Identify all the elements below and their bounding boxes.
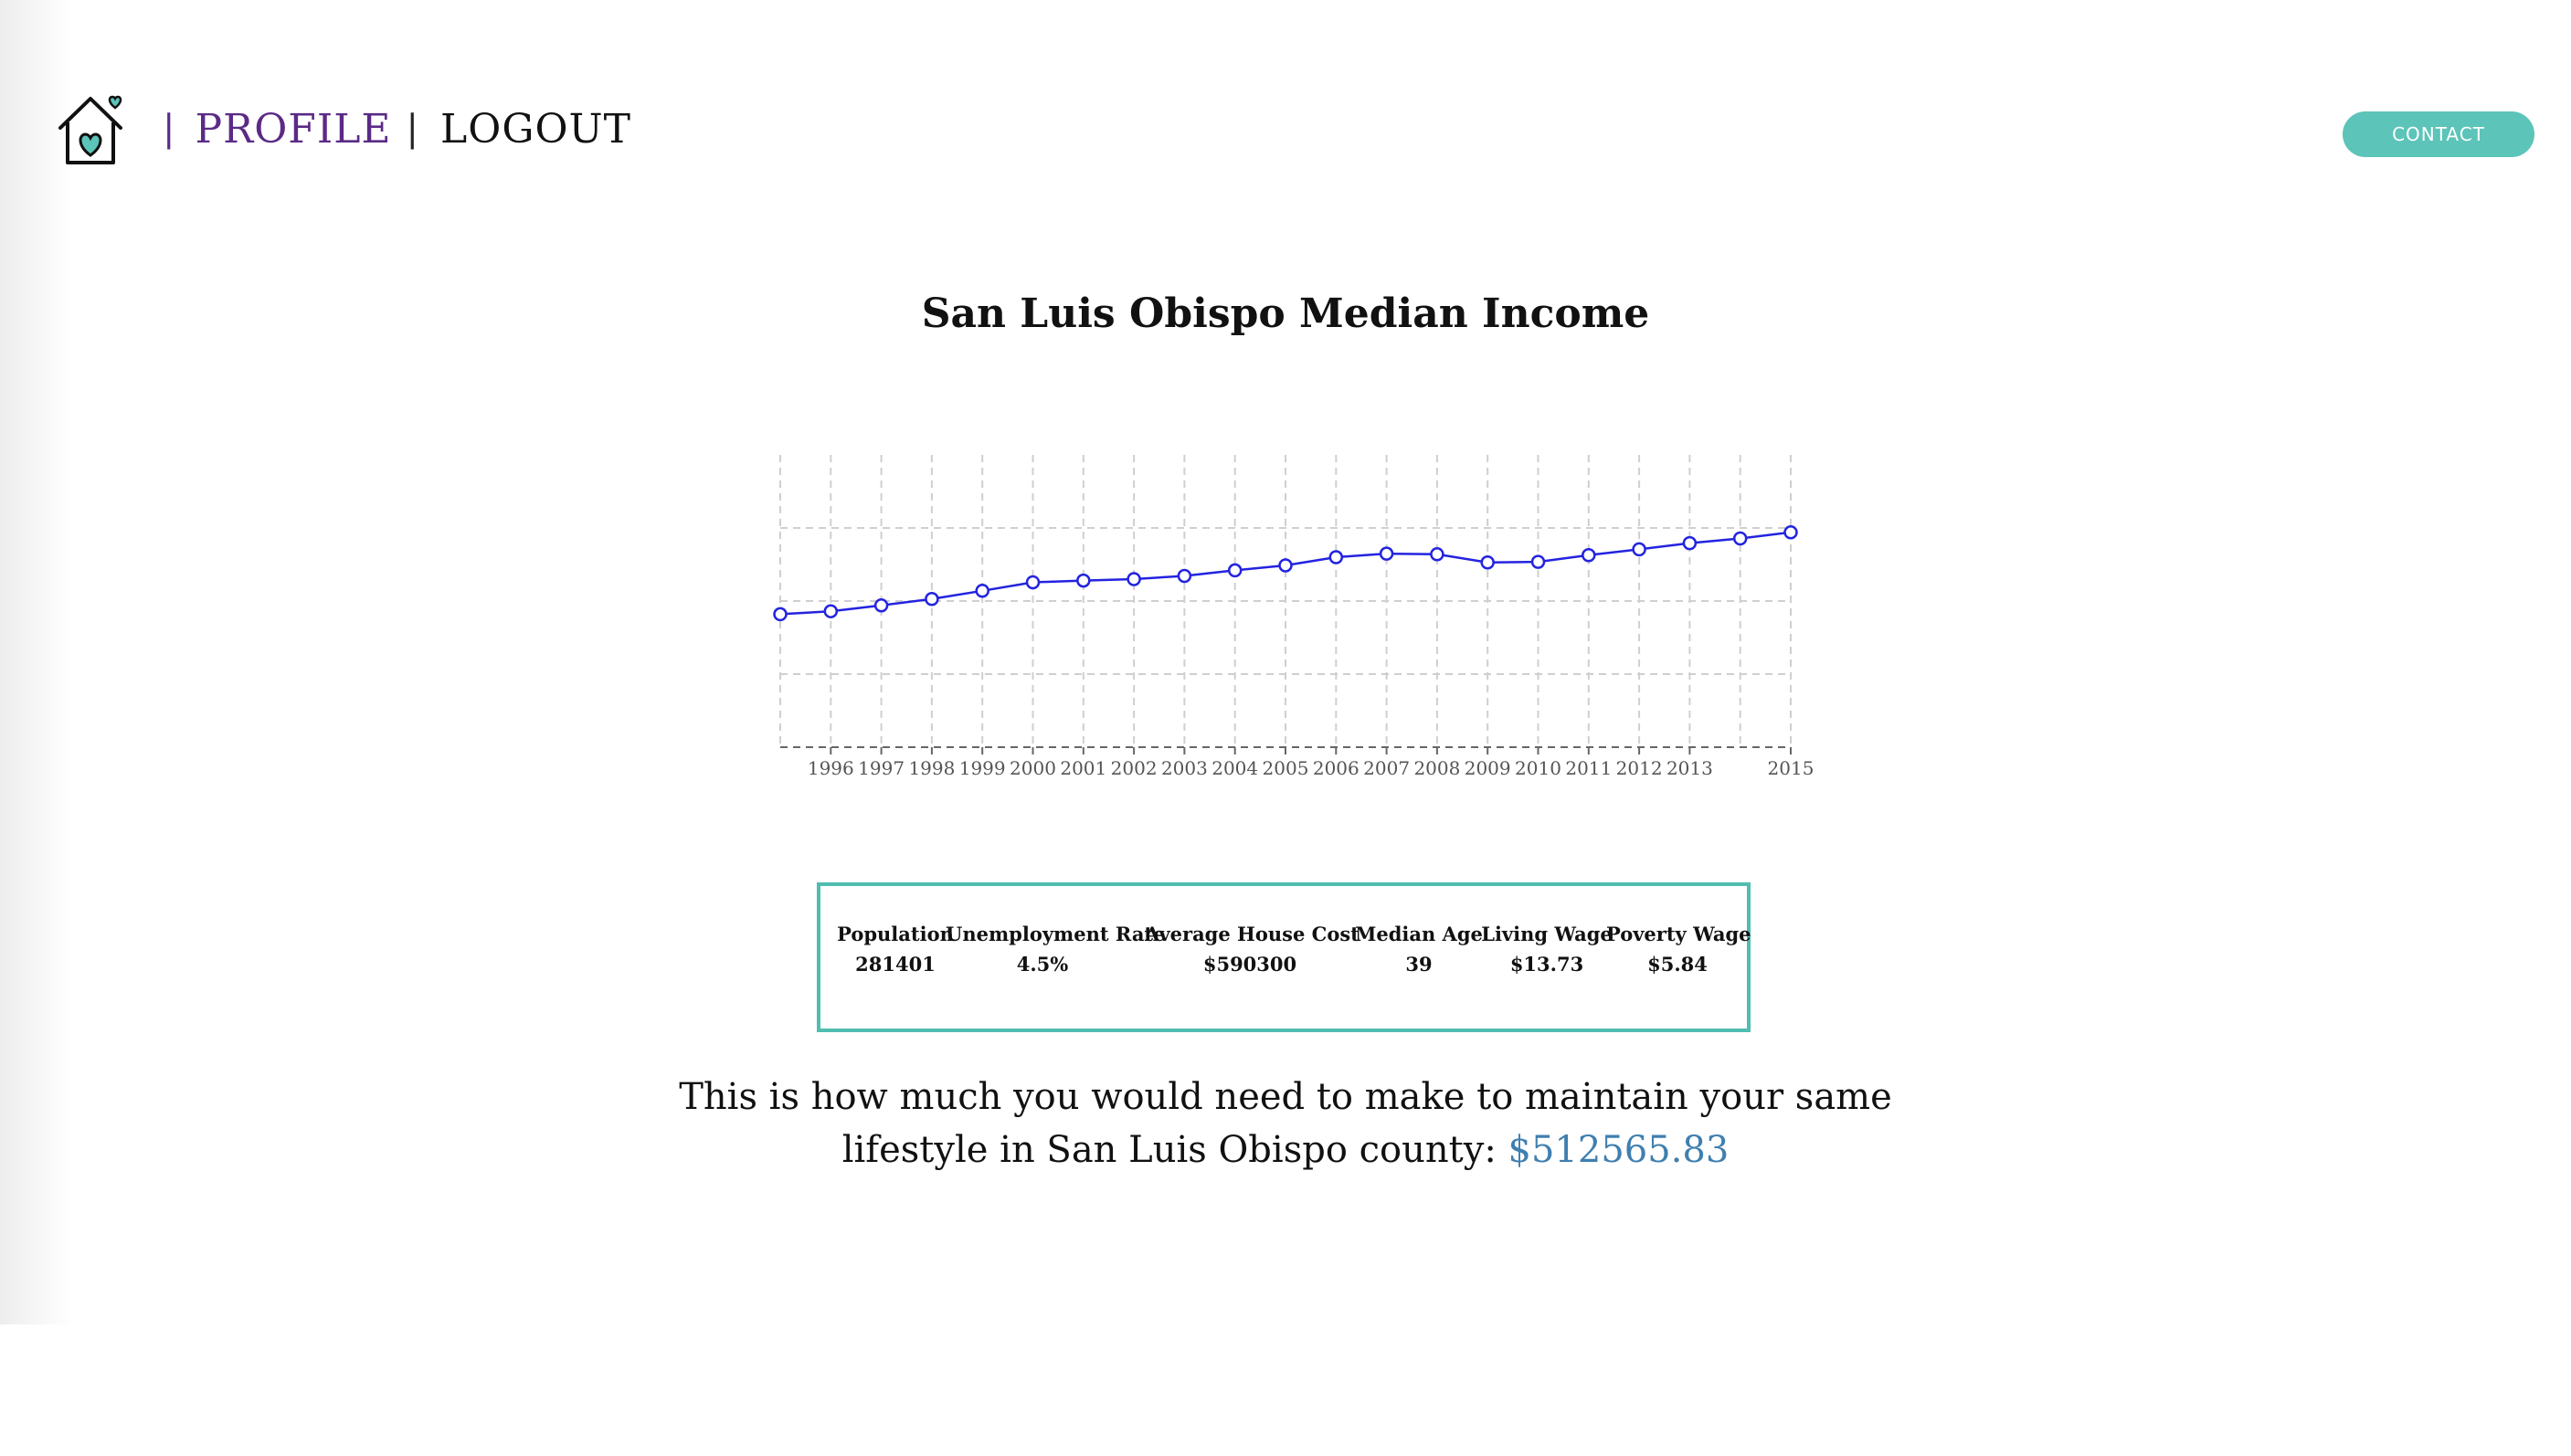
- stat-value: $5.84: [1647, 953, 1708, 976]
- x-tick-label: 1997: [858, 757, 905, 779]
- x-tick-label: 2004: [1211, 757, 1258, 779]
- message-line-2: lifestyle in San Luis Obispo county:: [841, 1129, 1497, 1171]
- data-point: [1227, 563, 1243, 578]
- data-point: [1632, 542, 1646, 557]
- data-point: [773, 607, 788, 622]
- data-point: [975, 584, 989, 598]
- x-tick-label: 2005: [1263, 757, 1309, 779]
- stat-label: Median Age: [1355, 923, 1483, 945]
- x-tick-label: 2012: [1616, 757, 1663, 779]
- stat-label: Living Wage: [1481, 923, 1613, 945]
- data-point: [823, 604, 839, 618]
- chart-title: San Luis Obispo Median Income: [921, 290, 1650, 337]
- x-tick-label: 2000: [1010, 757, 1056, 779]
- data-point: [1278, 558, 1293, 573]
- stat-value: $590300: [1202, 953, 1297, 976]
- data-point: [1328, 550, 1344, 564]
- nav-separator: |: [406, 108, 419, 150]
- x-tick-label: 2007: [1363, 757, 1410, 779]
- data-point: [1430, 547, 1444, 562]
- logout-link[interactable]: LOGOUT: [440, 106, 631, 153]
- profile-link[interactable]: PROFILE: [195, 106, 391, 153]
- message-line-1: This is how much you would need to make …: [679, 1076, 1892, 1118]
- data-point: [1177, 568, 1192, 584]
- data-point: [1530, 554, 1546, 569]
- x-tick-label: 2003: [1161, 757, 1208, 779]
- data-point: [1682, 535, 1698, 551]
- data-point: [925, 592, 939, 607]
- x-tick-label: 2015: [1768, 757, 1815, 779]
- x-tick-label: 2013: [1666, 757, 1713, 779]
- stat-unemployment-rate: Unemployment Rate 4.5%: [946, 923, 1166, 976]
- data-point: [1783, 525, 1798, 540]
- stat-label: Poverty Wage: [1606, 923, 1751, 945]
- data-point: [1732, 531, 1748, 546]
- data-point: [1076, 573, 1091, 588]
- x-tick-label: 1998: [908, 757, 955, 779]
- x-tick-label: 2001: [1060, 757, 1106, 779]
- x-tick-label: 1999: [959, 757, 1006, 779]
- stat-value: 39: [1405, 953, 1433, 976]
- stat-population: Population 281401: [830, 923, 961, 976]
- stat-label: Average House Cost: [1145, 923, 1360, 945]
- stats-box: Population 281401 Unemployment Rate 4.5%…: [817, 882, 1751, 1032]
- data-point: [1127, 572, 1141, 586]
- stat-label: Population: [837, 923, 954, 945]
- stat-average-house-cost: Average House Cost $590300: [1145, 923, 1360, 976]
- x-tick-label: 2006: [1313, 757, 1360, 779]
- contact-button[interactable]: CONTACT: [2343, 111, 2534, 157]
- stat-value: 281401: [855, 953, 936, 976]
- data-point: [1480, 555, 1495, 570]
- x-tick-label: 2010: [1515, 757, 1561, 779]
- x-tick-label: 2011: [1565, 757, 1612, 779]
- nav-separator: |: [163, 108, 175, 150]
- x-tick-label: 2009: [1465, 757, 1511, 779]
- data-point: [1582, 548, 1596, 563]
- house-heart-icon[interactable]: [55, 91, 126, 166]
- data-point: [1025, 575, 1041, 590]
- stat-living-wage: Living Wage $13.73: [1478, 923, 1615, 976]
- stat-median-age: Median Age 39: [1350, 923, 1487, 976]
- stat-label: Unemployment Rate: [946, 923, 1166, 945]
- x-tick-label: 2002: [1111, 757, 1158, 779]
- data-point: [873, 598, 889, 613]
- stat-value: $13.73: [1509, 953, 1584, 976]
- data-point: [1379, 546, 1394, 561]
- median-income-chart: 1996 1997 1998 1999 2000 2001 2002 2003 2004 2005…: [773, 455, 1815, 779]
- top-nav: | PROFILE | LOGOUT: [55, 88, 631, 170]
- x-tick-label: 2008: [1413, 757, 1460, 779]
- required-income-amount: $512565.83: [1508, 1129, 1730, 1171]
- stat-value: 4.5%: [1016, 953, 1069, 976]
- x-tick-label: 1996: [808, 757, 854, 779]
- lifestyle-message: This is how much you would need to make …: [0, 1071, 2571, 1176]
- stat-poverty-wage: Poverty Wage $5.84: [1606, 923, 1751, 976]
